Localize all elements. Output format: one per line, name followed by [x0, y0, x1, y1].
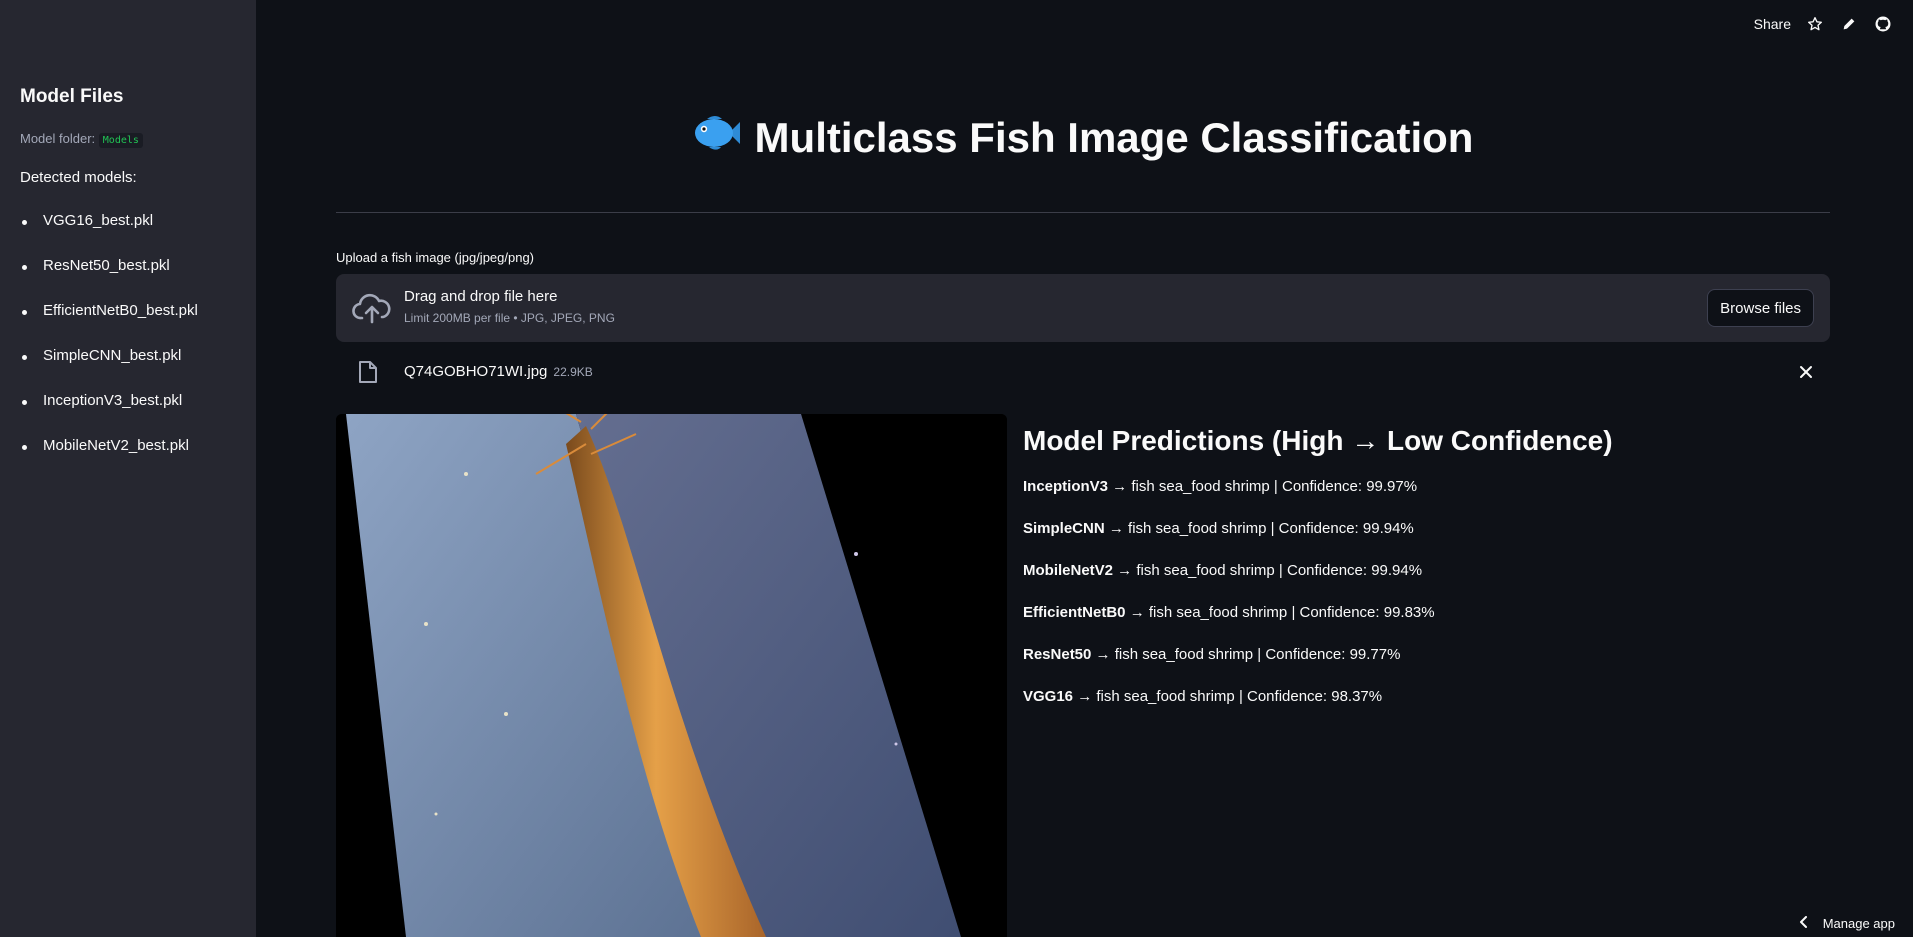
- prediction-item: SimpleCNN → fish sea_food shrimp | Confi…: [1023, 520, 1435, 562]
- share-button[interactable]: Share: [1754, 16, 1791, 32]
- uploaded-image-preview: [336, 414, 1007, 937]
- prediction-result: → fish sea_food shrimp | Confidence: 99.…: [1113, 562, 1423, 579]
- github-icon[interactable]: [1873, 14, 1893, 34]
- pencil-icon[interactable]: [1839, 14, 1859, 34]
- chevron-left-icon: [1799, 916, 1809, 931]
- top-toolbar: Share: [1754, 14, 1893, 34]
- model-list: VGG16_best.pkl ResNet50_best.pkl Efficie…: [20, 212, 198, 482]
- model-list-item: EfficientNetB0_best.pkl: [20, 302, 198, 347]
- prediction-result: → fish sea_food shrimp | Confidence: 99.…: [1104, 520, 1414, 537]
- manage-app-button[interactable]: Manage app: [1799, 916, 1895, 931]
- file-name-text: Q74GOBHO71WI.jpg: [404, 363, 548, 380]
- divider: [336, 212, 1830, 213]
- sidebar: Model Files Model folder: Models Detecte…: [0, 0, 256, 937]
- dropzone-instructions: Drag and drop file here: [404, 288, 558, 305]
- dropzone-limits: Limit 200MB per file • JPG, JPEG, PNG: [404, 311, 615, 325]
- prediction-model: MobileNetV2: [1023, 562, 1114, 579]
- fish-icon: [693, 113, 741, 163]
- shrimp-image: [336, 414, 1007, 937]
- prediction-model: ResNet50: [1023, 646, 1092, 663]
- prediction-model: InceptionV3: [1023, 478, 1109, 495]
- uploaded-file: Q74GOBHO71WI.jpg 22.9KB: [336, 356, 1830, 390]
- file-name: Q74GOBHO71WI.jpg 22.9KB: [404, 363, 593, 380]
- prediction-item: InceptionV3 → fish sea_food shrimp | Con…: [1023, 478, 1435, 520]
- sidebar-title: Model Files: [20, 86, 124, 107]
- cloud-upload-icon: [352, 290, 392, 331]
- model-folder-value: Models: [98, 133, 143, 148]
- file-icon: [358, 360, 378, 389]
- prediction-result: → fish sea_food shrimp | Confidence: 98.…: [1073, 688, 1383, 705]
- prediction-item: MobileNetV2 → fish sea_food shrimp | Con…: [1023, 562, 1435, 604]
- prediction-model: EfficientNetB0: [1023, 604, 1126, 621]
- page-title-text: Multiclass Fish Image Classification: [754, 114, 1474, 161]
- prediction-result: → fish sea_food shrimp | Confidence: 99.…: [1108, 478, 1418, 495]
- predictions-title: Model Predictions (High → Low Confidence…: [1023, 425, 1613, 456]
- model-folder-line: Model folder: Models: [20, 131, 143, 148]
- prediction-result: → fish sea_food shrimp | Confidence: 99.…: [1091, 646, 1401, 663]
- predictions-list: InceptionV3 → fish sea_food shrimp | Con…: [1023, 478, 1435, 730]
- prediction-model: VGG16: [1023, 688, 1074, 705]
- detected-models-label: Detected models:: [20, 169, 137, 186]
- star-icon[interactable]: [1805, 14, 1825, 34]
- model-list-item: InceptionV3_best.pkl: [20, 392, 198, 437]
- model-list-item: VGG16_best.pkl: [20, 212, 198, 257]
- prediction-item: VGG16 → fish sea_food shrimp | Confidenc…: [1023, 688, 1435, 730]
- model-list-item: ResNet50_best.pkl: [20, 257, 198, 302]
- prediction-item: EfficientNetB0 → fish sea_food shrimp | …: [1023, 604, 1435, 646]
- prediction-result: → fish sea_food shrimp | Confidence: 99.…: [1125, 604, 1435, 621]
- browse-files-button[interactable]: Browse files: [1707, 289, 1814, 327]
- model-folder-label: Model folder:: [20, 131, 96, 146]
- prediction-item: ResNet50 → fish sea_food shrimp | Confid…: [1023, 646, 1435, 688]
- prediction-model: SimpleCNN: [1023, 520, 1105, 537]
- manage-app-label: Manage app: [1822, 916, 1895, 931]
- close-icon[interactable]: [1798, 364, 1814, 385]
- file-dropzone[interactable]: Drag and drop file here Limit 200MB per …: [336, 274, 1830, 342]
- model-list-item: MobileNetV2_best.pkl: [20, 437, 198, 482]
- file-size: 22.9KB: [553, 365, 593, 379]
- upload-label: Upload a fish image (jpg/jpeg/png): [336, 250, 535, 265]
- page-title: Multiclass Fish Image Classification: [336, 113, 1830, 163]
- model-list-item: SimpleCNN_best.pkl: [20, 347, 198, 392]
